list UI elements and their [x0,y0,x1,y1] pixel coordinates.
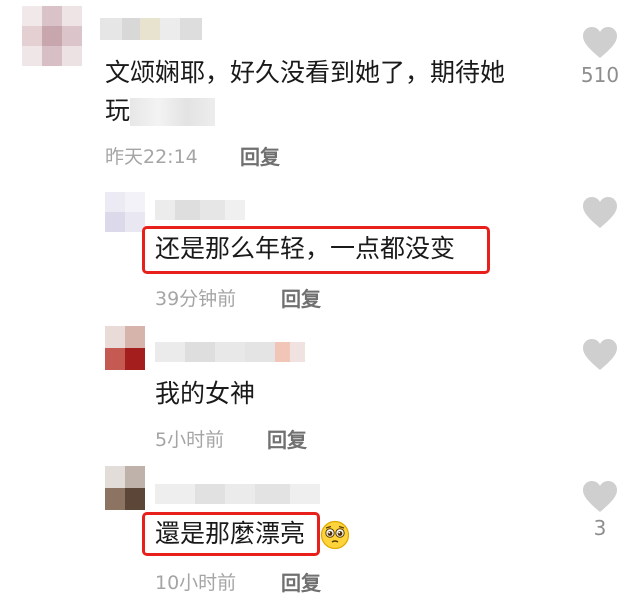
reply-button[interactable]: 回复 [240,141,280,170]
comment-text: 我的女神 [155,379,256,408]
heart-icon[interactable] [582,480,618,514]
like-count: 3 [593,516,607,540]
comment-timestamp: 昨天22:14 [105,146,198,168]
comment-timestamp: 39分钟前 [155,288,237,310]
heart-icon[interactable] [582,26,618,60]
like-count: 510 [580,63,620,87]
avatar[interactable] [105,326,145,370]
avatar[interactable] [105,466,145,510]
comment-text-line-1: 文颂娴耶，好久没看到她了，期待她 [105,58,506,87]
comment-text: 還是那麼漂亮 [155,519,306,548]
username-blurred[interactable] [155,200,245,220]
comment-timestamp: 10小时前 [155,572,237,594]
pleading-face-emoji [320,520,350,550]
reply-button[interactable]: 回复 [267,424,307,453]
username-blurred[interactable] [155,484,320,504]
comment-text: 文颂娴耶，好久没看到她了，期待她 玩 [105,54,575,130]
comment-text-line-2: 玩 [105,92,575,130]
avatar[interactable] [22,6,82,66]
reply-button[interactable]: 回复 [281,283,321,312]
comment-timestamp: 5小时前 [155,429,225,451]
avatar[interactable] [105,192,145,232]
blurred-text [130,98,216,126]
heart-icon[interactable] [582,338,618,372]
username-blurred[interactable] [155,342,305,362]
reply-button[interactable]: 回复 [281,567,321,596]
comment-text: 还是那么年轻，一点都没变 [155,234,456,263]
heart-icon[interactable] [582,196,618,230]
username-blurred[interactable] [100,18,202,40]
